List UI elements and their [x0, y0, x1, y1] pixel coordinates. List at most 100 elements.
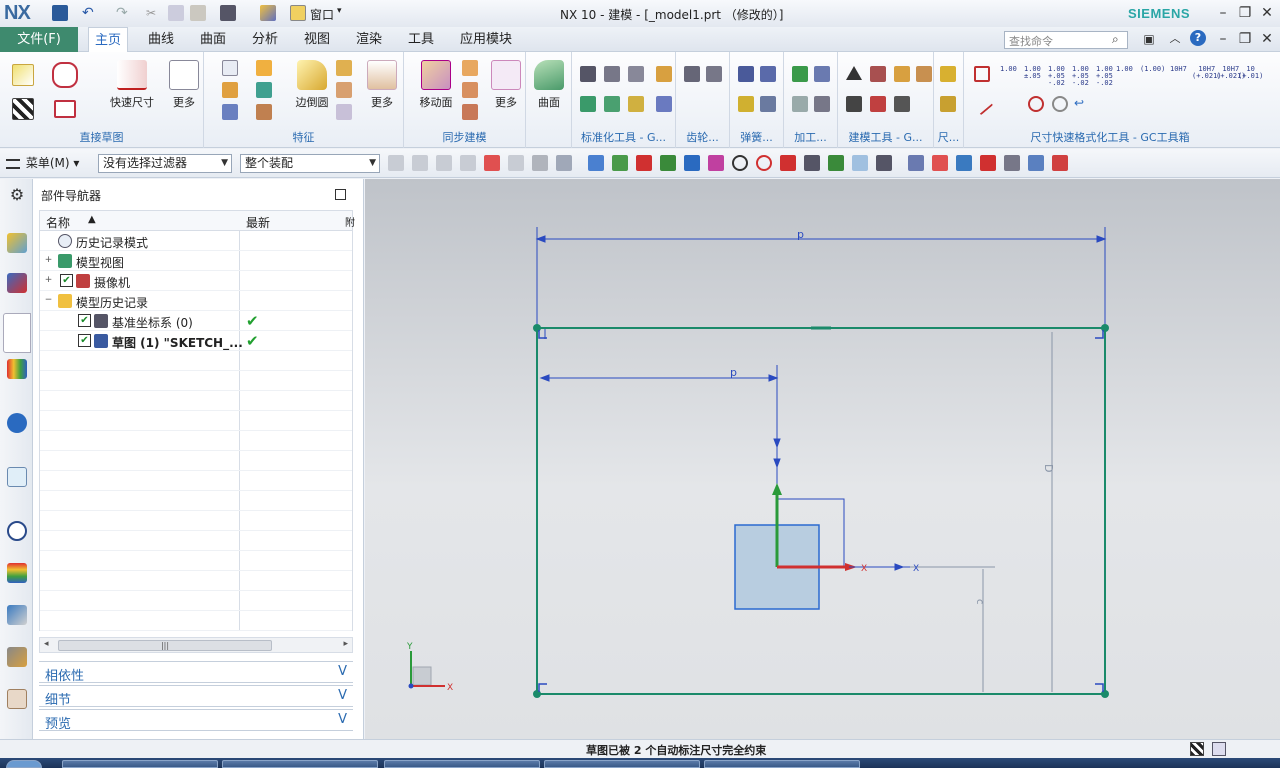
snap-tool-icon[interactable]	[1052, 155, 1068, 171]
unite-icon[interactable]	[222, 104, 238, 120]
accordion-details[interactable]: 细节 V	[39, 685, 353, 708]
dim-format-button[interactable]: (1.00)	[1140, 66, 1165, 73]
snap-tool-icon[interactable]	[828, 155, 844, 171]
triangle-tool-icon[interactable]	[846, 66, 862, 80]
snap-tool-icon[interactable]	[636, 155, 652, 171]
vertical-dimension-right[interactable]	[910, 332, 1053, 692]
snap-tool-icon[interactable]	[460, 155, 476, 171]
modeling-tool-2-icon[interactable]	[870, 66, 886, 82]
snap-tool-icon[interactable]	[932, 155, 948, 171]
sort-ascending-icon[interactable]: ▲	[88, 214, 96, 225]
dim-tool-1-icon[interactable]	[940, 66, 956, 82]
search-icon[interactable]: ⌕	[1112, 32, 1119, 47]
modeling-tool-3-icon[interactable]	[894, 66, 910, 82]
tab-render[interactable]: 渲染	[350, 27, 388, 52]
settings-gear-icon[interactable]: ⚙	[7, 185, 27, 205]
redo-icon[interactable]: ↷	[116, 5, 132, 21]
snap-tool-icon[interactable]	[436, 155, 452, 171]
graphics-window[interactable]: p p D c X X Y X	[365, 179, 1280, 739]
manufacturing-wizard-icon[interactable]	[7, 647, 27, 667]
tab-applications[interactable]: 应用模块	[454, 27, 518, 52]
menu-button[interactable]: 菜单(M) ▾	[6, 154, 79, 171]
tab-curve[interactable]: 曲线	[142, 27, 180, 52]
tab-view[interactable]: 视图	[298, 27, 336, 52]
scroll-thumb[interactable]: |||	[58, 640, 272, 651]
dim-format-button[interactable]: 1.00 +.05 -.02	[1096, 66, 1113, 87]
status-window-icon[interactable]	[1212, 742, 1226, 756]
trim-body-icon[interactable]	[336, 104, 352, 120]
dim-format-angle-icon[interactable]	[998, 96, 1014, 112]
modeling-tool-7-icon[interactable]	[894, 96, 910, 112]
std-tool-2-icon[interactable]	[604, 66, 620, 82]
repeat-command-icon[interactable]	[220, 5, 236, 21]
selection-filter-select[interactable]: 没有选择过滤器 ▼	[98, 154, 232, 173]
spring-4-icon[interactable]	[760, 96, 776, 112]
snap-tool-icon[interactable]	[532, 155, 548, 171]
dim-format-button[interactable]: 1.00	[1116, 66, 1133, 73]
snap-tool-icon[interactable]	[908, 155, 924, 171]
std-tool-3-icon[interactable]	[628, 66, 644, 82]
snap-tool-icon[interactable]	[852, 155, 868, 171]
dim-tool-2-icon[interactable]	[940, 96, 956, 112]
std-tool-6-icon[interactable]	[604, 96, 620, 112]
gear-1-icon[interactable]	[684, 66, 700, 82]
paste-icon[interactable]	[190, 5, 206, 21]
move-face-button[interactable]: 移动面	[412, 58, 460, 118]
pull-face-icon[interactable]	[462, 60, 478, 76]
delete-face-icon[interactable]	[462, 104, 478, 120]
taskbar-item[interactable]	[704, 760, 860, 768]
snap-tool-icon[interactable]	[660, 155, 676, 171]
tree-row[interactable]: 历史记录模式	[40, 231, 352, 251]
tree-row[interactable]: ✔ 草图 (1) "SKETCH_... ✔	[40, 331, 352, 351]
scroll-right-icon[interactable]: ▸	[343, 639, 348, 649]
accordion-preview[interactable]: 预览 V	[39, 709, 353, 732]
modeling-tool-4-icon[interactable]	[916, 66, 932, 82]
snap-tool-icon[interactable]	[708, 155, 724, 171]
taskbar-item[interactable]	[222, 760, 378, 768]
tree-row[interactable]: + ✔ 摄像机	[40, 271, 352, 291]
snap-tool-icon[interactable]	[508, 155, 524, 171]
visibility-checkbox[interactable]: ✔	[60, 274, 73, 287]
doc-restore-icon[interactable]: ❐	[1236, 30, 1254, 48]
snap-tool-icon[interactable]	[804, 155, 820, 171]
snap-tool-icon[interactable]	[484, 155, 500, 171]
std-tool-7-icon[interactable]	[628, 96, 644, 112]
cut-icon[interactable]: ✂	[146, 5, 162, 21]
window-icon[interactable]	[290, 5, 306, 21]
machining-2-icon[interactable]	[814, 66, 830, 82]
history-icon[interactable]	[7, 521, 27, 541]
surface-button[interactable]: 曲面	[528, 58, 570, 118]
gear-2-icon[interactable]	[706, 66, 722, 82]
std-tool-4-icon[interactable]	[656, 66, 672, 82]
assembly-scope-select[interactable]: 整个装配 ▼	[240, 154, 380, 173]
undo-icon[interactable]: ↶	[82, 5, 98, 21]
snap-tool-icon[interactable]	[612, 155, 628, 171]
dim-format-button[interactable]: 1.00	[1000, 66, 1017, 73]
sketch-canvas[interactable]: p p D c X X Y X	[365, 179, 1280, 739]
visibility-checkbox[interactable]: ✔	[78, 334, 91, 347]
start-button[interactable]	[6, 760, 42, 768]
dim-format-diameter-icon[interactable]	[1028, 96, 1044, 112]
column-header-name[interactable]: 名称	[46, 214, 70, 231]
snap-tool-icon[interactable]	[556, 155, 572, 171]
touch-mode-icon[interactable]	[260, 5, 276, 21]
horizontal-scrollbar[interactable]: ◂ ||| ▸	[39, 637, 353, 653]
web-browser-icon[interactable]	[7, 467, 27, 487]
dim-format-1-icon[interactable]	[974, 66, 990, 82]
modeling-tool-6-icon[interactable]	[870, 96, 886, 112]
tree-row[interactable]: + 模型视图	[40, 251, 352, 271]
modeling-tool-5-icon[interactable]	[846, 96, 862, 112]
expand-icon[interactable]: +	[44, 276, 53, 285]
dim-label-width[interactable]: p	[797, 228, 804, 241]
snap-tool-icon[interactable]	[412, 155, 428, 171]
dim-format-button[interactable]: 1.00 +.05 -.02	[1072, 66, 1089, 87]
reuse-library-icon[interactable]	[7, 359, 27, 379]
machining-1-icon[interactable]	[792, 66, 808, 82]
snap-tool-icon[interactable]	[732, 155, 748, 171]
dim-label-height[interactable]: D	[1042, 464, 1055, 472]
column-header-attached[interactable]: 附	[345, 214, 355, 229]
taskbar-item[interactable]	[62, 760, 218, 768]
column-header-latest[interactable]: 最新	[246, 214, 270, 231]
dim-format-diameter2-icon[interactable]	[1052, 96, 1068, 112]
rectangle-icon[interactable]	[54, 100, 76, 118]
